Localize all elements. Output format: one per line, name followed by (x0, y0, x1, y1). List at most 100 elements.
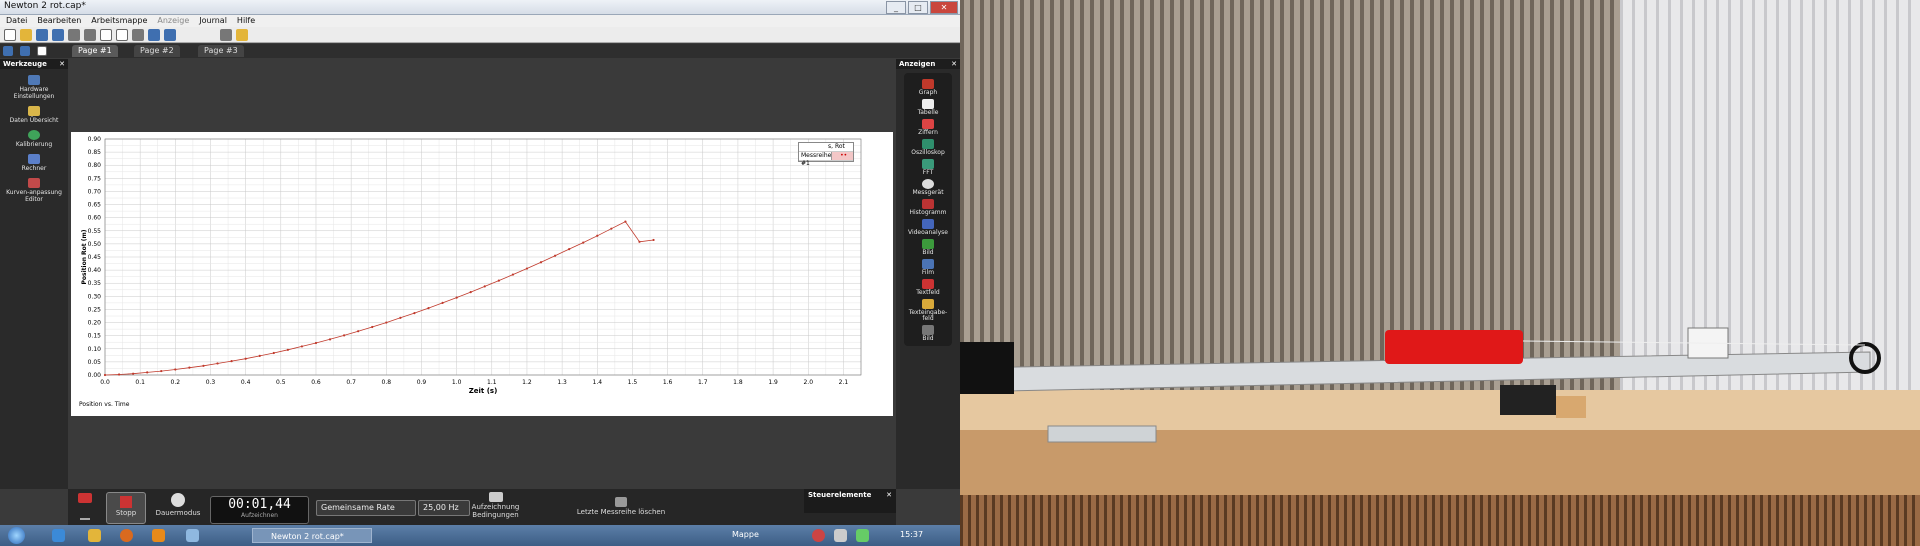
data-point (103, 373, 107, 377)
display-table[interactable]: Tabelle (904, 99, 952, 116)
displays-panel-close-icon[interactable]: ✕ (951, 59, 957, 69)
menu-datei[interactable]: Datei (6, 15, 27, 27)
y-tick-label: 0.90 (88, 136, 102, 143)
journal-icon[interactable] (236, 28, 248, 41)
display-picture[interactable]: Bild (904, 325, 952, 342)
display-text-input[interactable]: Texteingabe-feld (904, 299, 952, 322)
display-digits[interactable]: Ziffern (904, 119, 952, 136)
undo-icon[interactable] (148, 28, 160, 41)
control-elements-panel: Steuerelemente ✕ (804, 489, 896, 513)
tools-panel-close-icon[interactable]: ✕ (59, 59, 65, 69)
tray-network-icon[interactable] (812, 529, 825, 542)
cut-icon[interactable] (84, 28, 96, 41)
data-point (314, 341, 318, 345)
tab-page-2[interactable]: Page #2 (134, 45, 180, 57)
display-video-analysis[interactable]: Videoanalyse (904, 219, 952, 236)
data-point (343, 334, 346, 337)
camera-icon[interactable] (220, 28, 232, 41)
position-time-chart[interactable]: 0.00 0.05 0.10 0.15 0.20 0.25 0.30 0.35 0.40 0.45… (71, 132, 893, 416)
redo-icon[interactable] (164, 28, 176, 41)
menu-bearbeiten[interactable]: Bearbeiten (37, 15, 81, 27)
maximize-button[interactable]: □ (908, 1, 928, 14)
close-button[interactable]: ✕ (930, 1, 958, 14)
x-tick-label: 1.7 (698, 379, 708, 386)
stop-button[interactable]: Stopp (106, 492, 146, 524)
screenshot-icon[interactable] (132, 28, 144, 41)
taskbar-active-window[interactable]: Newton 2 rot.cap* (252, 528, 372, 543)
menu-hilfe[interactable]: Hilfe (237, 15, 255, 27)
display-movie[interactable]: Film (904, 259, 952, 276)
save-as-icon[interactable] (52, 28, 64, 41)
paste-icon[interactable] (116, 28, 128, 41)
x-tick-label: 0.1 (135, 379, 145, 386)
page-list-icon[interactable] (37, 46, 47, 56)
taskbar-explorer-icon[interactable] (88, 529, 101, 542)
tab-page-1[interactable]: Page #1 (72, 45, 118, 57)
recording-conditions-button[interactable]: Aufzeichnung Bedingungen (468, 492, 523, 519)
movie-icon (922, 259, 934, 269)
tool-curve-fit[interactable]: Kurven-anpassung Editor (0, 178, 68, 203)
print-icon[interactable] (68, 28, 80, 41)
chart-legend[interactable]: s, Rot Messreihe #1 •• (798, 142, 854, 167)
menu-anzeige[interactable]: Anzeige (157, 15, 189, 27)
display-fft[interactable]: FFT (904, 159, 952, 176)
display-label: Videoanalyse (907, 229, 948, 236)
y-tick-label: 0.55 (88, 228, 102, 235)
data-point (132, 372, 135, 375)
start-button-icon[interactable] (8, 527, 25, 544)
page-settings-icon[interactable] (20, 46, 30, 56)
y-tick-label: 0.05 (88, 359, 102, 366)
taskbar-media-icon[interactable] (152, 529, 165, 542)
display-histogram[interactable]: Histogramm (904, 199, 952, 216)
save-icon[interactable] (36, 28, 48, 41)
y-tick-label: 0.75 (88, 175, 102, 182)
timer-mode-icon (171, 493, 185, 507)
image-icon (922, 239, 934, 249)
copy-icon[interactable] (100, 28, 112, 41)
tool-calculator[interactable]: Rechner (0, 154, 68, 172)
x-tick-label: 1.8 (733, 379, 743, 386)
tray-volume-icon[interactable] (834, 529, 847, 542)
data-point (638, 240, 641, 243)
display-image[interactable]: Bild (904, 239, 952, 256)
menu-journal[interactable]: Journal (199, 15, 227, 27)
display-oscilloscope[interactable]: Oszilloskop (904, 139, 952, 156)
data-point (413, 312, 416, 315)
display-meter[interactable]: Messgerät (904, 179, 952, 196)
taskbar-clock: 15:37 (900, 530, 924, 539)
conditions-icon (488, 492, 503, 502)
y-tick-label: 0.50 (88, 241, 102, 248)
data-point (441, 301, 444, 304)
display-textbox[interactable]: Textfeld (904, 279, 952, 296)
taskbar-ie-icon[interactable] (52, 529, 65, 542)
x-tick-label: 1.3 (557, 379, 567, 386)
tool-calibration[interactable]: Kalibrierung (0, 130, 68, 148)
data-point (328, 338, 332, 341)
y-tick-label: 0.30 (88, 293, 102, 300)
graph-icon (922, 79, 934, 89)
sample-rate-field[interactable]: 25,00 Hz (418, 500, 470, 516)
tab-page-3[interactable]: Page #3 (198, 45, 244, 57)
page-tool-icon[interactable] (3, 46, 13, 56)
minimize-button[interactable]: _ (886, 1, 906, 14)
mode-button[interactable]: Dauermodus (154, 492, 202, 517)
new-file-icon[interactable] (4, 28, 16, 41)
control-elements-close-icon[interactable]: ✕ (886, 491, 892, 499)
meter-icon (922, 179, 934, 189)
graph-display[interactable]: 0.00 0.05 0.10 0.15 0.20 0.25 0.30 0.35 0.40 0.45… (71, 132, 893, 416)
taskbar-firefox-icon[interactable] (120, 529, 133, 542)
rate-mode-select[interactable]: Gemeinsame Rate (316, 500, 416, 516)
open-folder-icon[interactable] (20, 28, 32, 41)
tool-data-overview[interactable]: Daten Übersicht (0, 106, 68, 124)
display-graph[interactable]: Graph (904, 79, 952, 96)
tool-arrow-icon[interactable] (80, 510, 90, 520)
x-tick-label: 0.5 (276, 379, 286, 386)
display-label: Textfeld (916, 289, 940, 296)
delete-last-run-button[interactable]: Letzte Messreihe löschen (566, 497, 676, 516)
menu-arbeitsmappe[interactable]: Arbeitsmappe (91, 15, 147, 27)
taskbar-app-icon[interactable] (186, 529, 199, 542)
record-icon[interactable] (78, 493, 92, 503)
tray-status-icon[interactable] (856, 529, 869, 542)
timer-value: 00:01,44 (228, 497, 291, 512)
tool-hardware-settings[interactable]: Hardware Einstellungen (0, 75, 68, 100)
